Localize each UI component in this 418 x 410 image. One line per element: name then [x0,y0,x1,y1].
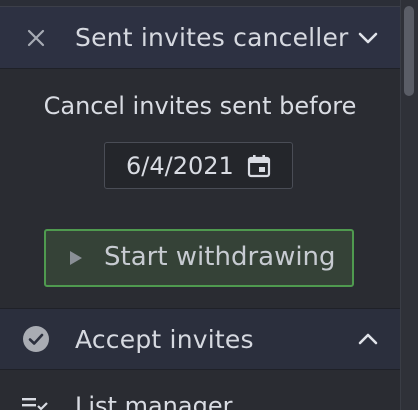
list-manager-item[interactable]: List manager [0,372,400,410]
chevron-down-icon[interactable] [356,26,380,50]
start-withdrawing-button[interactable]: Start withdrawing [44,229,354,287]
date-input[interactable]: 6/4/2021 [104,142,293,189]
play-icon [70,251,82,265]
chevron-up-icon[interactable] [356,327,380,351]
close-icon[interactable] [22,24,50,52]
section-title: Sent invites canceller [75,23,349,52]
cancel-before-caption: Cancel invites sent before [43,92,357,120]
top-strip [0,0,400,7]
start-withdrawing-label: Start withdrawing [104,242,336,272]
check-circle-icon [22,325,50,353]
section-title: Accept invites [75,324,254,354]
date-value: 6/4/2021 [126,151,234,180]
sent-invites-canceller-header[interactable]: Sent invites canceller [0,7,400,69]
scrollbar-thumb[interactable] [404,6,414,96]
calendar-icon[interactable] [246,153,272,179]
list-manager-label: List manager [75,392,233,410]
accept-invites-header[interactable]: Accept invites [0,308,400,370]
extension-panel: Sent invites canceller Cancel invites se… [0,0,401,410]
playlist-check-icon [22,396,50,410]
